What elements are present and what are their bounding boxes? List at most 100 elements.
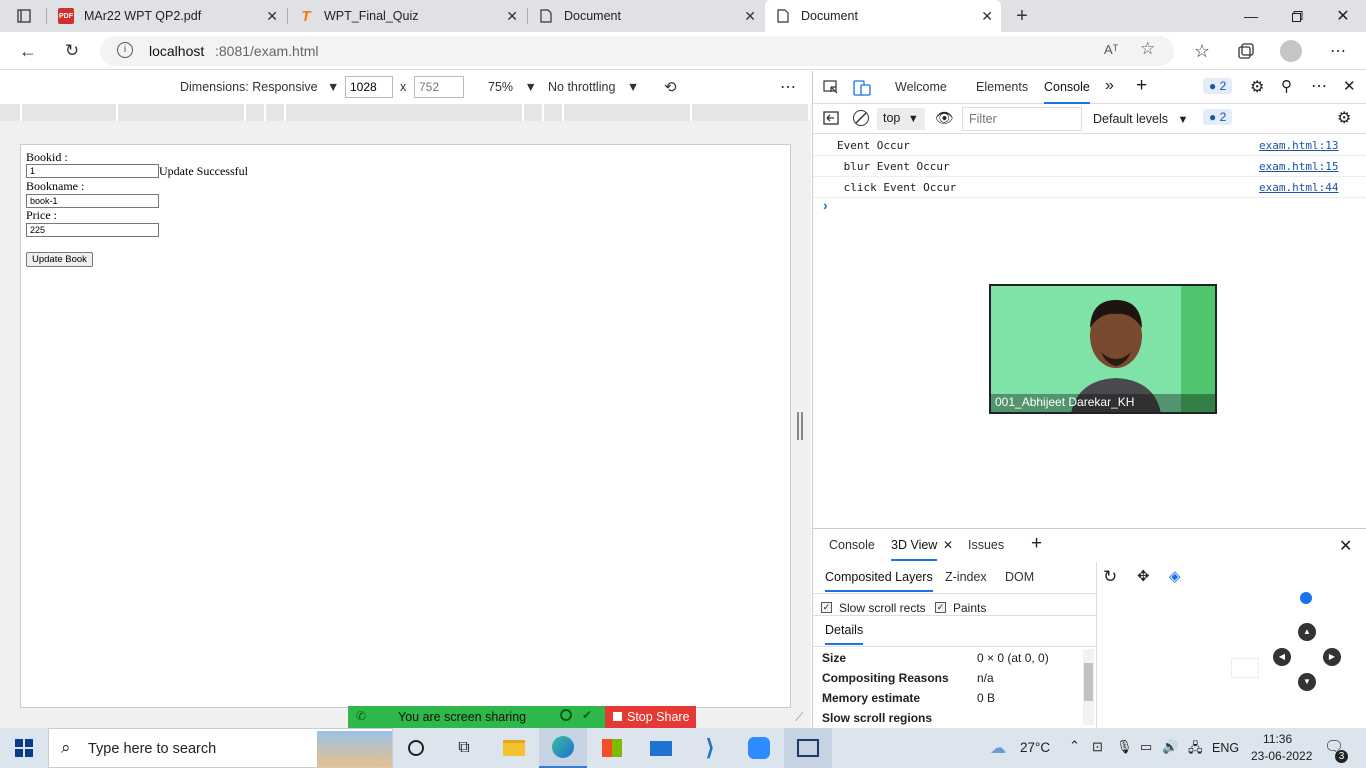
sidebar-toggle-icon[interactable] xyxy=(823,111,839,128)
edge-icon[interactable] xyxy=(539,728,587,768)
rotate-mode-icon[interactable]: ◈ xyxy=(1169,567,1191,587)
throttling-select[interactable]: No throttling ▼ xyxy=(548,80,639,94)
favorites-icon[interactable]: ☆ xyxy=(1188,37,1216,65)
close-window-icon[interactable]: ✕ xyxy=(1320,0,1366,32)
tab-composited-layers[interactable]: Composited Layers xyxy=(825,570,933,592)
console-source-link[interactable]: exam.html:13 xyxy=(1259,139,1338,152)
width-input[interactable] xyxy=(345,76,393,98)
task-view-icon[interactable]: ⧉ xyxy=(440,728,488,768)
bookid-input[interactable] xyxy=(26,164,159,178)
weather-temp[interactable]: 27°C xyxy=(1020,740,1050,755)
settings-gear-icon[interactable]: ⚙ xyxy=(1250,77,1264,97)
issues-badge[interactable]: ● 2 xyxy=(1203,78,1233,94)
info-icon[interactable]: i xyxy=(117,42,133,58)
chevron-up-icon[interactable]: ⌃ xyxy=(1069,738,1080,754)
pan-left-icon[interactable]: ◀ xyxy=(1273,648,1291,666)
tab-document-active[interactable]: Document ✕ xyxy=(765,0,1001,32)
dimensions-select[interactable]: Dimensions: Responsive ▼ xyxy=(180,80,339,94)
url-field[interactable]: i localhost :8081/exam.html Aᵀ ☆ xyxy=(100,36,1174,66)
volume-icon[interactable]: 🔊 xyxy=(1162,739,1178,755)
restore-icon[interactable] xyxy=(1274,0,1320,32)
tab-details[interactable]: Details xyxy=(825,623,864,645)
battery-icon[interactable]: ▭ xyxy=(1140,739,1152,755)
close-icon[interactable]: ✕ xyxy=(981,8,993,25)
stop-share-button[interactable]: Stop Share xyxy=(605,706,696,728)
reset-view-icon[interactable]: ↻ xyxy=(1103,567,1117,587)
tab-dom[interactable]: DOM xyxy=(1005,570,1034,584)
more-tabs-icon[interactable]: » xyxy=(1105,77,1114,95)
slow-scroll-checkbox[interactable]: ✓ xyxy=(821,602,832,613)
snipping-tool-icon[interactable] xyxy=(784,728,832,768)
store-icon[interactable] xyxy=(588,728,636,768)
read-aloud-icon[interactable]: Aᵀ xyxy=(1104,42,1118,57)
console-source-link[interactable]: exam.html:15 xyxy=(1259,160,1338,173)
add-favorite-icon[interactable]: ☆ xyxy=(1140,39,1155,59)
minimize-icon[interactable]: — xyxy=(1228,0,1274,32)
log-levels-select[interactable]: Default levels ▼ xyxy=(1093,112,1188,126)
add-tab-icon[interactable]: + xyxy=(1136,75,1147,97)
clock-time[interactable]: 11:36 xyxy=(1263,732,1292,746)
more-options-icon[interactable]: ⋯ xyxy=(780,77,796,97)
more-menu-icon[interactable]: ⋯ xyxy=(1324,37,1352,65)
height-input[interactable] xyxy=(414,76,464,98)
close-icon[interactable]: ✕ xyxy=(744,8,756,25)
resize-handle-right[interactable] xyxy=(797,412,803,440)
meet-now-icon[interactable]: ⊡ xyxy=(1092,739,1103,755)
live-expression-eye-icon[interactable]: 👁 xyxy=(935,109,954,127)
back-icon[interactable]: ← xyxy=(14,37,42,65)
avatar[interactable] xyxy=(1280,40,1302,62)
paints-checkbox[interactable]: ✓ xyxy=(935,602,946,613)
tab-z-index[interactable]: Z-index xyxy=(945,570,987,584)
vscode-icon[interactable]: ⟩ xyxy=(686,728,734,768)
media-query-ruler[interactable] xyxy=(0,104,811,121)
more-menu-icon[interactable]: ⋯ xyxy=(1311,76,1327,96)
file-explorer-icon[interactable] xyxy=(490,728,538,768)
pan-mode-icon[interactable]: ✥ xyxy=(1137,567,1150,585)
console-prompt[interactable]: › xyxy=(823,197,828,213)
new-tab-icon[interactable]: + xyxy=(1008,2,1036,30)
pan-down-icon[interactable]: ▼ xyxy=(1298,673,1316,691)
update-book-button[interactable]: Update Book xyxy=(26,252,93,267)
tab-elements[interactable]: Elements xyxy=(976,80,1028,94)
tab-pdf[interactable]: PDF MAr22 WPT QP2.pdf ✕ xyxy=(48,0,286,32)
tab-actions-icon[interactable] xyxy=(10,2,38,30)
device-toggle-icon[interactable] xyxy=(853,80,871,99)
taskbar-search[interactable]: ⌕ Type here to search xyxy=(48,728,393,768)
customize-icon[interactable]: ⚲ xyxy=(1281,77,1292,95)
clock-date[interactable]: 23-06-2022 xyxy=(1251,749,1312,763)
tab-welcome[interactable]: Welcome xyxy=(895,80,947,94)
refresh-icon[interactable]: ↻ xyxy=(58,37,86,65)
close-icon[interactable]: ✕ xyxy=(506,8,518,25)
bookname-input[interactable] xyxy=(26,194,159,208)
console-issues-badge[interactable]: ● 2 xyxy=(1203,109,1233,125)
cortana-icon[interactable] xyxy=(392,728,440,768)
close-devtools-icon[interactable]: ✕ xyxy=(1343,77,1356,95)
zoom-app-icon[interactable] xyxy=(735,728,783,768)
weather-icon[interactable]: ☁ xyxy=(990,738,1006,758)
microphone-icon[interactable]: 🎙 xyxy=(1116,739,1133,755)
drawer-tab-console[interactable]: Console xyxy=(829,538,875,552)
tab-document-1[interactable]: Document ✕ xyxy=(528,0,764,32)
close-icon[interactable]: ✕ xyxy=(266,8,278,25)
start-button[interactable] xyxy=(0,728,48,768)
price-input[interactable] xyxy=(26,223,159,237)
close-drawer-icon[interactable]: ✕ xyxy=(1339,536,1352,556)
tab-console[interactable]: Console xyxy=(1044,80,1090,104)
pan-right-icon[interactable]: ▶ xyxy=(1323,648,1341,666)
mail-icon[interactable] xyxy=(637,728,685,768)
network-icon[interactable]: 🖧 xyxy=(1188,739,1203,761)
console-source-link[interactable]: exam.html:44 xyxy=(1259,181,1338,194)
close-icon[interactable]: ✕ xyxy=(943,538,953,552)
console-filter-input[interactable] xyxy=(962,107,1082,131)
inspect-icon[interactable] xyxy=(823,80,839,99)
zoom-select[interactable]: 75% ▼ xyxy=(488,80,537,94)
collections-icon[interactable] xyxy=(1232,37,1260,65)
resize-corner-icon[interactable]: ⟋ xyxy=(795,710,803,725)
add-tab-icon[interactable]: + xyxy=(1031,533,1042,555)
console-settings-icon[interactable]: ⚙ xyxy=(1337,108,1351,128)
pan-up-icon[interactable]: ▲ xyxy=(1298,623,1316,641)
drawer-tab-issues[interactable]: Issues xyxy=(968,538,1004,552)
details-scrollbar[interactable] xyxy=(1083,649,1094,725)
rotate-icon[interactable]: ⟲ xyxy=(664,78,677,96)
language-indicator[interactable]: ENG xyxy=(1212,741,1239,755)
